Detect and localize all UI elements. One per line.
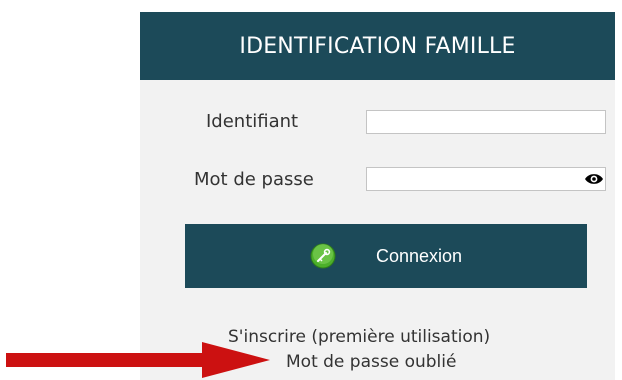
panel-header: IDENTIFICATION FAMILLE [140,12,615,80]
login-page: IDENTIFICATION FAMILLE Identifiant Mot d… [0,0,622,380]
red-arrow-icon [6,342,270,378]
connexion-button[interactable]: Connexion [185,224,587,288]
password-field[interactable] [366,167,606,191]
login-panel: IDENTIFICATION FAMILLE Identifiant Mot d… [140,12,615,380]
identifiant-field[interactable] [366,110,606,134]
eye-icon[interactable] [584,172,604,186]
password-label: Mot de passe [194,169,314,190]
page-title: IDENTIFICATION FAMILLE [239,33,516,59]
identifiant-label: Identifiant [206,111,299,132]
connexion-button-label: Connexion [375,245,463,266]
key-icon [310,243,336,269]
forgot-password-link[interactable]: Mot de passe oublié [286,352,456,372]
